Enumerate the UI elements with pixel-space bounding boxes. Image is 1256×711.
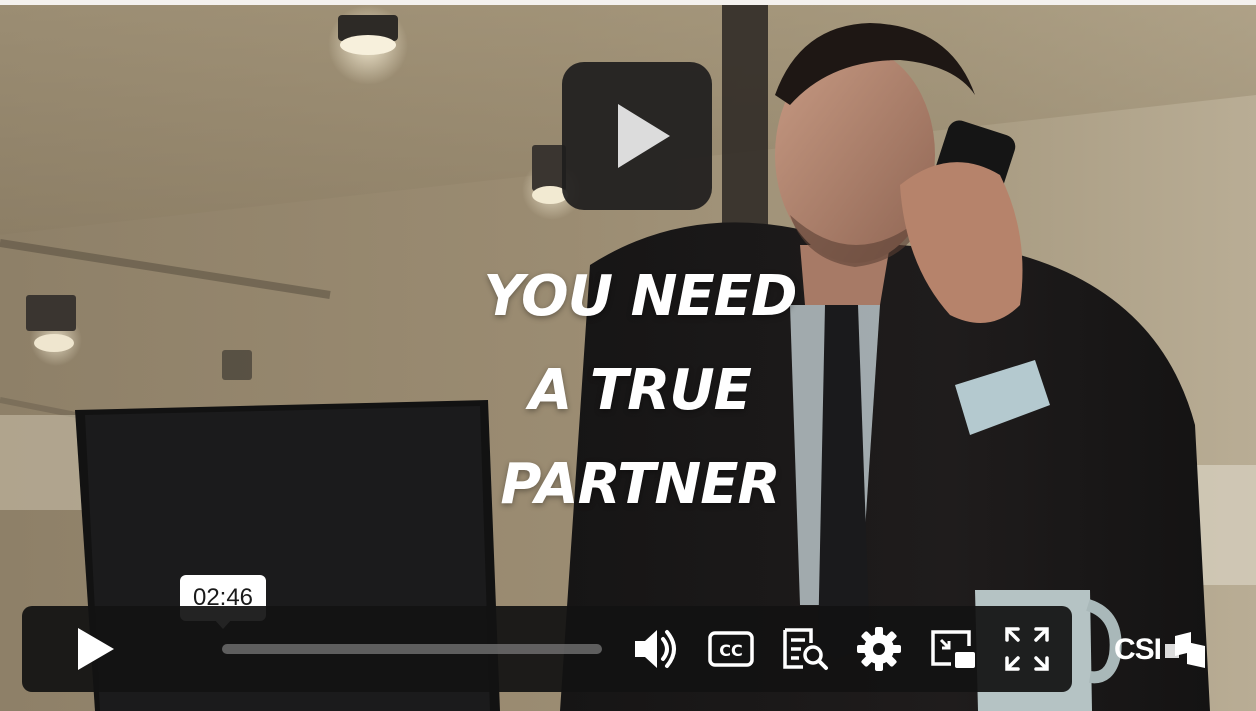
play-icon [618,104,670,168]
volume-button[interactable] [622,606,688,692]
progress-bar[interactable] [222,644,602,654]
transcript-button[interactable] [774,606,836,692]
brand-text: CSI [1114,633,1162,666]
control-bar: CC [22,606,1072,692]
brand-logo[interactable]: CSI [1114,628,1224,672]
cc-label: CC [719,641,742,660]
captions-button[interactable]: CC [700,606,762,692]
play-button[interactable] [62,606,128,692]
csi-logo-mark [1165,632,1206,668]
big-play-button[interactable] [562,62,712,210]
fullscreen-icon [1005,627,1049,671]
gear-icon [857,627,901,671]
fullscreen-button[interactable] [996,606,1058,692]
play-icon [78,628,114,670]
cc-icon: CC [708,631,754,667]
headline-line-2: A TRUE [529,358,752,423]
video-headline: YOU NEED A TRUE PARTNER [380,250,900,532]
volume-icon [635,630,676,668]
transcript-search-icon [783,628,828,670]
settings-button[interactable] [848,606,910,692]
video-player[interactable]: YOU NEED A TRUE PARTNER 02:46 CC CSI [0,0,1256,711]
headline-line-1: YOU NEED [483,264,798,329]
pip-icon [931,630,975,668]
picture-in-picture-button[interactable] [922,606,984,692]
headline-line-3: PARTNER [500,452,780,517]
